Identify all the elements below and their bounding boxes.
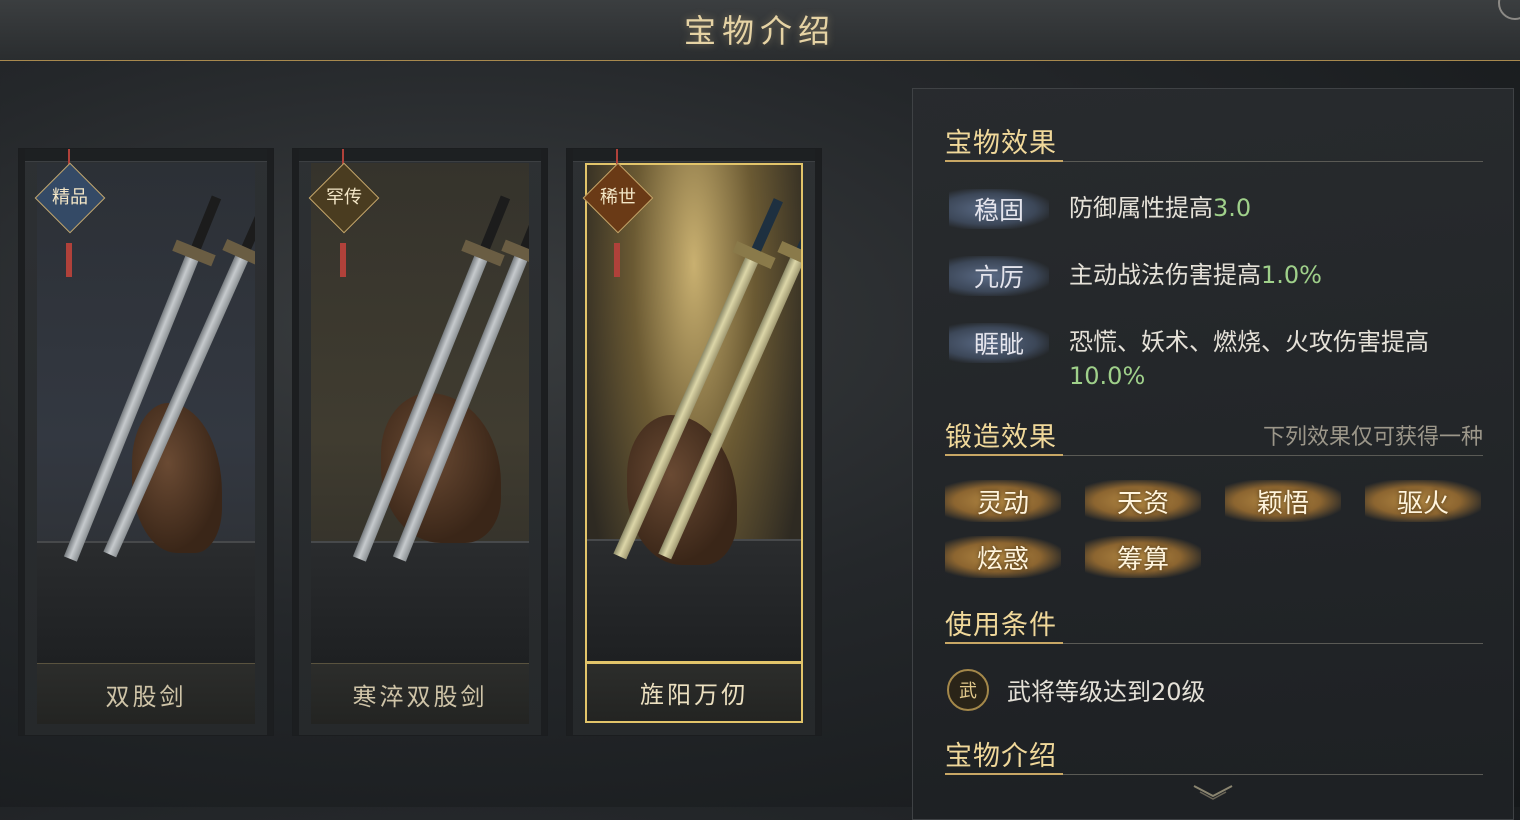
grade-tag: 精品 — [34, 149, 106, 299]
card-post — [567, 149, 573, 735]
effect-tag: 稳固 — [949, 189, 1049, 229]
grade-badge: 罕传 — [308, 162, 380, 234]
forge-chip[interactable]: 颖悟 — [1225, 480, 1341, 522]
section-divider — [945, 642, 1483, 644]
condition-text: 武将等级达到20级 — [1007, 678, 1206, 706]
treasure-name: 双股剑 — [105, 682, 187, 711]
card-post — [815, 149, 821, 735]
forge-chip[interactable]: 驱火 — [1365, 480, 1481, 522]
effect-description: 主动战法伤害提高1.0% — [1069, 258, 1489, 292]
effect-text: 防御属性提高 — [1069, 194, 1213, 222]
effect-tag: 睚眦 — [949, 323, 1049, 363]
effect-description: 防御属性提高3.0 — [1069, 191, 1489, 225]
treasure-name: 旌阳万仞 — [640, 681, 748, 709]
forge-chip[interactable]: 炫惑 — [945, 536, 1061, 578]
treasure-card-2[interactable]: 罕传 寒淬双股剑 — [292, 148, 548, 736]
display-floor — [311, 541, 529, 663]
forge-note: 下列效果仅可获得一种 — [1262, 425, 1483, 450]
card-post — [267, 149, 273, 735]
card-post — [541, 149, 547, 735]
section-title-intro: 宝物介绍 — [945, 741, 1057, 772]
section-title-effect: 宝物效果 — [945, 128, 1057, 159]
forge-chip[interactable]: 灵动 — [945, 480, 1061, 522]
treasure-name-bar: 寒淬双股剑 — [311, 663, 529, 724]
forge-chip[interactable]: 天资 — [1085, 480, 1201, 522]
page-title: 宝物介绍 — [683, 12, 836, 50]
card-post — [293, 149, 299, 735]
treasure-card-1[interactable]: 精品 双股剑 — [18, 148, 274, 736]
effect-value: 10.0% — [1069, 362, 1146, 390]
treasure-detail-panel[interactable]: 宝物效果 稳固 防御属性提高3.0 亢厉 主动战法伤害提高1.0% 睚眦 恐慌、… — [912, 88, 1514, 820]
treasure-name-bar: 旌阳万仞 — [585, 663, 803, 723]
effect-text: 主动战法伤害提高 — [1069, 261, 1261, 289]
section-title-forge: 锻造效果 — [945, 422, 1057, 453]
treasure-name: 寒淬双股剑 — [352, 682, 488, 711]
display-floor — [37, 541, 255, 663]
section-title-condition: 使用条件 — [945, 610, 1057, 641]
section-divider — [945, 160, 1483, 162]
forge-chip[interactable]: 筹算 — [1085, 536, 1201, 578]
grade-label: 稀世 — [600, 187, 636, 208]
effect-description: 恐慌、妖术、燃烧、火攻伤害提高 10.0% — [1069, 325, 1489, 393]
treasure-name-bar: 双股剑 — [37, 663, 255, 724]
general-level-icon: 武 — [947, 669, 989, 711]
treasure-card-3[interactable]: 稀世 旌阳万仞 — [566, 148, 822, 736]
section-divider — [945, 454, 1483, 456]
header-bar: 宝物介绍 — [0, 0, 1520, 61]
grade-tag: 罕传 — [308, 149, 380, 299]
effect-tag: 亢厉 — [949, 256, 1049, 296]
chevron-down-icon[interactable] — [1190, 782, 1236, 802]
effect-text: 恐慌、妖术、燃烧、火攻伤害提高 — [1069, 328, 1429, 356]
effect-value: 1.0% — [1261, 261, 1322, 289]
card-post — [19, 149, 25, 735]
grade-badge: 精品 — [34, 162, 106, 234]
grade-badge: 稀世 — [582, 162, 654, 234]
grade-tag: 稀世 — [582, 149, 654, 299]
grade-label: 罕传 — [326, 187, 362, 208]
grade-label: 精品 — [52, 187, 88, 208]
section-divider — [945, 773, 1483, 775]
effect-value: 3.0 — [1213, 194, 1252, 222]
treasure-list: 精品 双股剑 罕传 寒淬双股剑 稀世 旌阳万仞 — [18, 148, 838, 738]
